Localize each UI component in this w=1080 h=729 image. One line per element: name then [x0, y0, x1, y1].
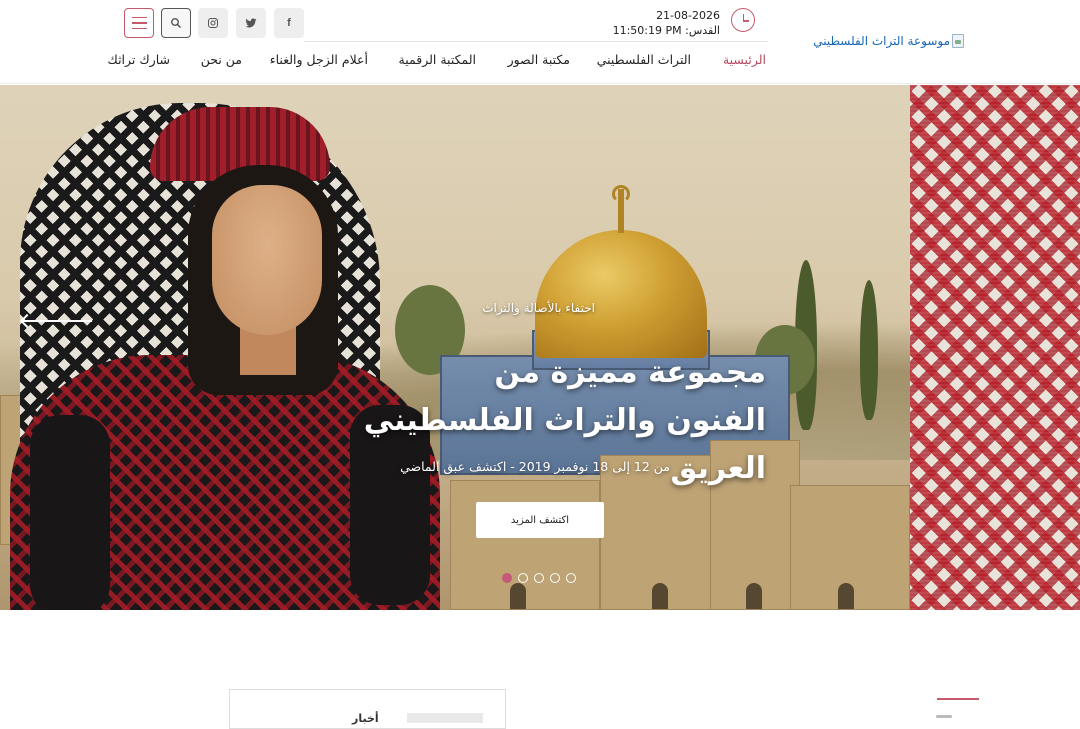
- nav-item-photo-library[interactable]: مكتبة الصور: [508, 52, 570, 67]
- time-label: القدس:: [685, 24, 720, 37]
- slider-dots: [502, 573, 576, 583]
- nav-item-digital-library[interactable]: المكتبة الرقمية: [399, 52, 476, 67]
- facebook-icon: f: [287, 17, 291, 29]
- nav-item-home[interactable]: الرئيسية: [723, 52, 766, 67]
- section-label-placeholder: [936, 715, 952, 718]
- nav-item-palestinian-heritage[interactable]: التراث الفلسطيني: [597, 52, 691, 67]
- logo-alt-text: موسوعة التراث الفلسطيني: [813, 34, 950, 48]
- slider-dot-1[interactable]: [502, 573, 512, 583]
- slider-dot-2[interactable]: [518, 573, 528, 583]
- slider-dot-4[interactable]: [550, 573, 560, 583]
- slider-dot-3[interactable]: [534, 573, 544, 583]
- discover-more-button[interactable]: اكتشف المزيد: [476, 502, 604, 538]
- twitter-button[interactable]: [236, 8, 266, 38]
- current-date: 21-08-2026: [656, 9, 720, 22]
- date-time: 21-08-2026 القدس: 11:50:19 PM: [600, 8, 720, 38]
- site-logo[interactable]: موسوعة التراث الفلسطيني: [813, 34, 964, 48]
- jerusalem-time-row: القدس: 11:50:19 PM: [600, 23, 720, 38]
- news-card-label: أخبار: [352, 712, 379, 725]
- nav-item-share-heritage[interactable]: شارك تراثك: [108, 52, 170, 67]
- hero-eyebrow: احتفاء بالأصالة والتراث: [482, 301, 595, 315]
- current-time: 11:50:19 PM: [612, 24, 682, 37]
- instagram-icon: [208, 18, 218, 28]
- hero-subtitle: من 12 إلى 18 نوفمبر 2019 - اكتشف عبق الم…: [400, 459, 670, 474]
- slider-prev-arrow[interactable]: [22, 320, 92, 322]
- hero-title-line-2: الفنون والتراث الفلسطيني العريق: [363, 403, 766, 486]
- header-divider: [304, 41, 768, 42]
- twitter-icon: [245, 18, 257, 28]
- section-accent-line: [937, 698, 979, 700]
- facebook-button[interactable]: f: [274, 8, 304, 38]
- nav-item-about-us[interactable]: من نحن: [201, 52, 242, 67]
- slider-dot-5[interactable]: [566, 573, 576, 583]
- search-button[interactable]: [161, 8, 191, 38]
- hamburger-line: [131, 22, 147, 24]
- hero-slider: احتفاء بالأصالة والتراث مجموعة مميزة من …: [0, 85, 1080, 610]
- hero-title-line-1: مجموعة مميزة من: [494, 355, 766, 390]
- site-header: موسوعة التراث الفلسطيني 21-08-2026 القدس…: [0, 0, 1080, 84]
- main-nav: الرئيسية التراث الفلسطيني مكتبة الصور ال…: [108, 52, 772, 70]
- nav-item-zajal-singing[interactable]: أعلام الزجل والغناء: [270, 52, 368, 67]
- broken-image-icon: [952, 34, 964, 48]
- hamburger-menu-icon: [131, 16, 147, 19]
- clock-icon: [731, 8, 755, 32]
- instagram-button[interactable]: [198, 8, 228, 38]
- news-card-placeholder: [407, 713, 483, 723]
- search-icon: [171, 18, 181, 28]
- hamburger-menu-button[interactable]: [124, 8, 154, 38]
- hamburger-line: [131, 27, 147, 30]
